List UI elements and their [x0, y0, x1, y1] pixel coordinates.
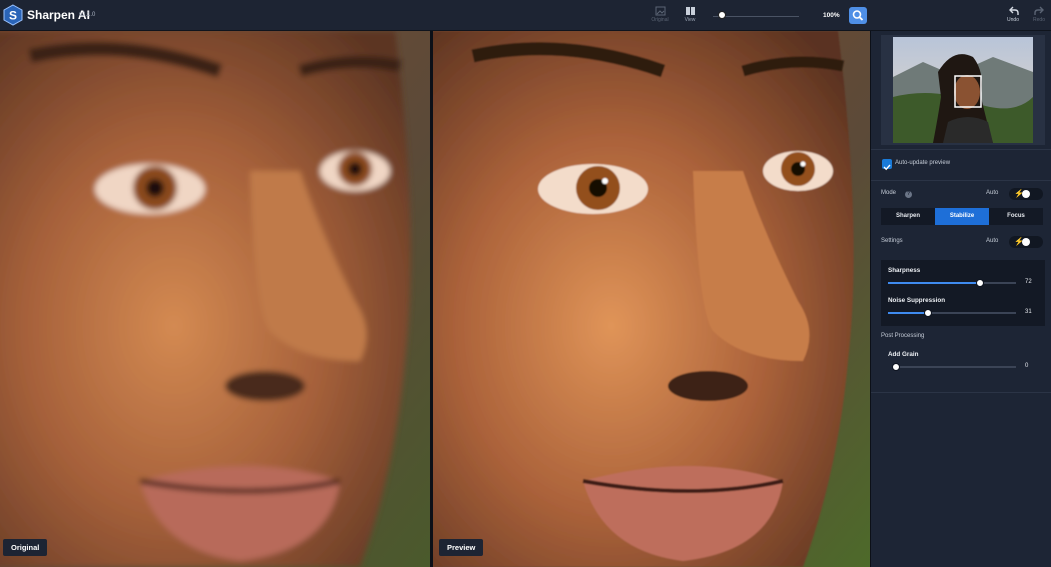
mode-auto-label: Auto — [986, 190, 999, 196]
app-logo-icon: S — [3, 4, 23, 26]
preview-tag: Preview — [439, 539, 484, 556]
navigator-thumbnail[interactable] — [893, 37, 1033, 143]
preview-image-pane[interactable]: Preview — [433, 31, 870, 567]
undo-icon — [1008, 6, 1019, 15]
add-grain-slider-track[interactable] — [892, 366, 1016, 368]
mode-stabilize-button[interactable]: Stabilize — [935, 208, 989, 225]
noise-suppression-slider-fill — [888, 312, 928, 314]
toggle-knob — [1022, 190, 1030, 198]
view-button[interactable]: View — [675, 6, 705, 23]
original-toggle-button[interactable]: Original — [645, 6, 675, 23]
original-image-pane[interactable]: Original — [0, 31, 430, 567]
sharpness-slider-handle[interactable] — [976, 279, 985, 287]
image-icon — [655, 6, 665, 16]
original-face-image — [0, 31, 430, 567]
redo-button[interactable]: Redo — [1024, 6, 1051, 23]
navigator-image — [893, 37, 1033, 143]
post-processing-label: Post Processing — [881, 333, 925, 339]
original-tag: Original — [3, 539, 48, 556]
checkmark-icon — [883, 164, 891, 171]
settings-auto-toggle[interactable]: ⚡ — [1009, 236, 1043, 248]
sharpness-slider-fill — [888, 282, 981, 284]
add-grain-value: 0 — [1025, 363, 1029, 369]
settings-label: Settings — [881, 238, 903, 244]
add-grain-slider-handle[interactable] — [892, 363, 900, 371]
zoom-value: 100% — [823, 12, 840, 19]
redo-label: Redo — [1033, 17, 1045, 23]
sharpness-label: Sharpness — [888, 267, 921, 274]
mode-focus-button[interactable]: Focus — [989, 208, 1043, 225]
original-toggle-label: Original — [651, 17, 669, 23]
magnifier-icon — [852, 10, 864, 21]
mode-label: Mode — [881, 190, 897, 196]
navigator-box — [881, 35, 1045, 145]
settings-side-panel: Auto-update preview Mode ? Auto ⚡ Sharpe… — [870, 31, 1051, 567]
noise-suppression-value: 31 — [1025, 309, 1032, 315]
mode-auto-toggle[interactable]: ⚡ — [1009, 188, 1043, 200]
zoom-slider-handle[interactable] — [717, 11, 726, 19]
settings-sliders-box: Sharpness 72 Noise Suppression 31 — [881, 260, 1045, 326]
redo-icon — [1033, 6, 1044, 15]
settings-auto-label: Auto — [986, 238, 999, 244]
auto-update-checkbox[interactable] — [882, 159, 892, 171]
add-grain-label: Add Grain — [888, 351, 919, 358]
undo-label: Undo — [1007, 17, 1019, 23]
noise-suppression-slider-handle[interactable] — [923, 309, 932, 317]
zoom-button[interactable] — [849, 7, 867, 24]
zoom-slider-track[interactable] — [713, 16, 799, 17]
noise-suppression-label: Noise Suppression — [888, 297, 946, 304]
help-icon[interactable]: ? — [905, 191, 912, 198]
app-version: v2.1.0 — [79, 12, 96, 18]
sharpness-value: 72 — [1025, 279, 1032, 285]
divider — [871, 180, 1051, 181]
mode-sharpen-button[interactable]: Sharpen — [881, 208, 935, 225]
split-view-icon — [685, 7, 695, 15]
mode-segmented-control: Sharpen Stabilize Focus — [881, 208, 1043, 225]
svg-text:S: S — [9, 9, 17, 23]
divider — [871, 392, 1051, 393]
auto-update-label: Auto-update preview — [895, 160, 951, 166]
divider — [871, 149, 1051, 150]
preview-face-image — [433, 31, 870, 567]
view-label: View — [684, 17, 696, 23]
toggle-knob — [1022, 238, 1030, 246]
top-bar: S Sharpen AI v2.1.0 Original View 100% U… — [0, 0, 1051, 31]
